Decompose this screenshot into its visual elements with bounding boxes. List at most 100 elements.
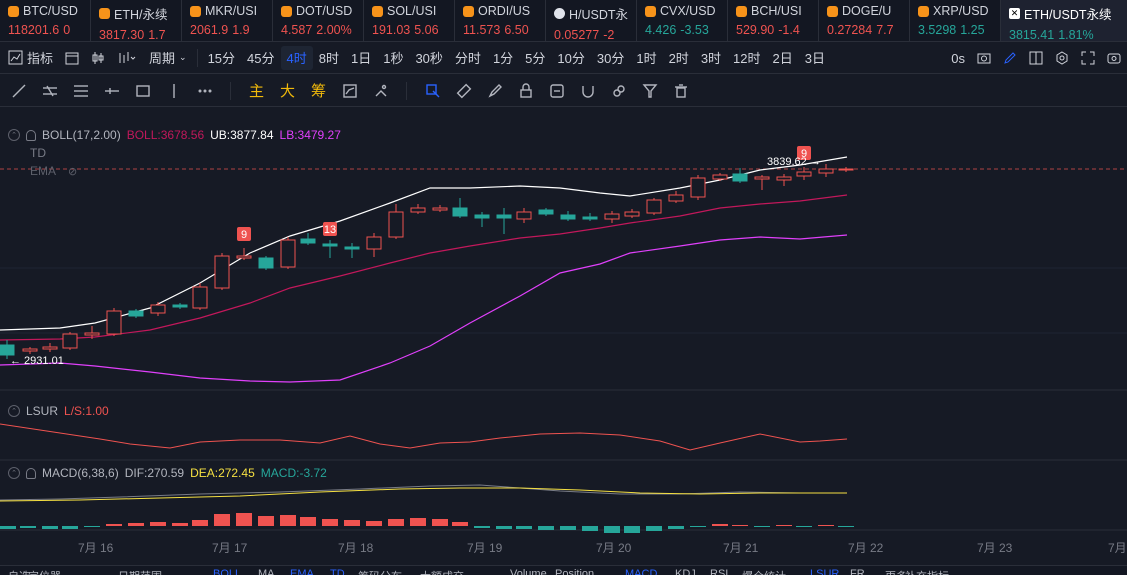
layout-button[interactable]	[1023, 46, 1049, 70]
cursor-tool[interactable]	[365, 77, 396, 105]
interval-4[interactable]: 1日	[345, 46, 377, 70]
bottom-tab-0[interactable]: 自选	[8, 568, 30, 575]
chart-type-button[interactable]	[85, 46, 111, 70]
settings-button[interactable]	[1049, 46, 1075, 70]
ticker-3[interactable]: DOT/USD 4.587 2.00%	[273, 0, 364, 41]
horizontal-ray-tool[interactable]	[34, 77, 65, 105]
bell-icon[interactable]	[26, 129, 36, 141]
interval-13[interactable]: 2时	[663, 46, 695, 70]
bottom-tab-14[interactable]: 爆仓统计	[742, 568, 786, 575]
draw-button[interactable]	[997, 46, 1023, 70]
interval-14[interactable]: 3时	[695, 46, 727, 70]
ticker-5[interactable]: ORDI/US 11.573 6.50	[455, 0, 546, 41]
more-tools[interactable]	[189, 77, 220, 105]
bottom-tab-5[interactable]: EMA	[290, 568, 314, 575]
bars-type-button[interactable]	[111, 46, 143, 70]
fullscreen-button[interactable]	[1075, 46, 1101, 70]
interval-9[interactable]: 5分	[519, 46, 551, 70]
eye-slash-icon[interactable]: ⊘	[68, 165, 77, 178]
magnet-tool[interactable]	[572, 77, 603, 105]
orange-dot-icon	[190, 5, 201, 17]
channel-tool[interactable]	[65, 77, 96, 105]
candle-body	[322, 243, 338, 247]
bottom-tab-13[interactable]: RSI	[710, 568, 728, 575]
ticker-7[interactable]: CVX/USD 4.426 -3.53	[637, 0, 728, 41]
bottom-tab-15[interactable]: LSUR	[810, 568, 839, 575]
interval-1[interactable]: 45分	[241, 46, 280, 70]
ticker-0[interactable]: BTC/USD 118201.6 0	[0, 0, 91, 41]
ticker-values: 0.27284 7.7	[827, 23, 909, 37]
filter-tool[interactable]	[634, 77, 665, 105]
chart-canvas[interactable]: 9 1393839.62 →← 2931.017月 16 7月 17 7月 18 7月 …	[0, 108, 1127, 565]
chart-area[interactable]: 9 13 9 3839.62 → ← 2931.01 7月 16 7月 17 7月 18 7月 …	[0, 108, 1127, 565]
visibility-tool[interactable]	[541, 77, 572, 105]
bell-icon[interactable]	[26, 467, 36, 479]
bottom-tab-6[interactable]: TD	[330, 568, 345, 575]
bottom-tab-16[interactable]: FR	[850, 568, 865, 575]
interval-12[interactable]: 1时	[630, 46, 662, 70]
interval-7[interactable]: 分时	[449, 46, 487, 70]
bottom-tab-3[interactable]: BOLL	[213, 568, 241, 575]
ticker-1[interactable]: ETH/永续 3817.30 1.7	[91, 0, 182, 41]
interval-0[interactable]: 15分	[202, 46, 241, 70]
rectangle-tool[interactable]	[127, 77, 158, 105]
large-order-button[interactable]: 大	[272, 77, 303, 105]
bottom-tab-11[interactable]: MACD	[625, 568, 657, 575]
delete-tool[interactable]	[665, 77, 696, 105]
ticker-2[interactable]: MKR/USI 2061.9 1.9	[182, 0, 273, 41]
interval-15[interactable]: 12时	[727, 46, 766, 70]
trendline-tool[interactable]	[3, 77, 34, 105]
interval-8[interactable]: 1分	[487, 46, 519, 70]
macd-bar	[754, 526, 770, 527]
brush-tool[interactable]	[479, 77, 510, 105]
bottom-tab-10[interactable]: Position	[555, 568, 594, 575]
interval-2[interactable]: 4时	[280, 45, 313, 70]
ticker-6[interactable]: H/USDT永 0.05277 -2	[546, 0, 637, 41]
compare-tool[interactable]	[334, 77, 365, 105]
ruler-tool[interactable]	[448, 77, 479, 105]
candle-body	[150, 304, 166, 314]
crosshair-tool[interactable]	[417, 77, 448, 105]
bottom-tab-18[interactable]: 补充指标	[905, 568, 949, 575]
collapse-icon[interactable]: ⌃	[8, 405, 20, 417]
collapse-icon[interactable]: ⌃	[8, 467, 20, 479]
bottom-tab-1[interactable]: 定位器	[28, 568, 61, 575]
vertical-line-tool[interactable]	[158, 77, 189, 105]
bottom-tab-8[interactable]: 大额成交	[420, 568, 464, 575]
ticker-price: 529.90	[736, 23, 775, 37]
interval-10[interactable]: 10分	[551, 46, 590, 70]
orange-dot-icon	[645, 5, 656, 17]
bottom-tab-12[interactable]: KDJ	[675, 568, 696, 575]
horizontal-line-tool[interactable]	[96, 77, 127, 105]
divider	[196, 48, 198, 67]
interval-6[interactable]: 30秒	[409, 46, 448, 70]
divider	[406, 81, 407, 100]
screenshot-button[interactable]	[971, 46, 997, 70]
ticker-10[interactable]: XRP/USD 3.5298 1.25	[910, 0, 1001, 41]
ticker-11[interactable]: ✕ ETH/USDT永续 3815.41 1.81%	[1001, 0, 1127, 41]
period-dropdown[interactable]: 周期 ⌄	[143, 46, 193, 70]
camera2-button[interactable]	[1101, 46, 1127, 70]
interval-11[interactable]: 30分	[591, 46, 630, 70]
interval-16[interactable]: 2日	[767, 46, 799, 70]
bottom-tab-2[interactable]: 日期范围	[118, 568, 162, 575]
ticker-8[interactable]: BCH/USI 529.90 -1.4	[728, 0, 819, 41]
collapse-icon[interactable]: ⌃	[8, 129, 20, 141]
bottom-tab-17[interactable]: 更多	[885, 568, 907, 575]
bottom-tab-7[interactable]: 筹码分布	[358, 568, 402, 575]
interval-17[interactable]: 3日	[799, 46, 831, 70]
interval-3[interactable]: 8时	[313, 46, 345, 70]
compare-icon	[342, 83, 357, 98]
calendar-button[interactable]	[59, 46, 85, 70]
bottom-tab-4[interactable]: MA	[258, 568, 275, 575]
ticker-9[interactable]: DOGE/U 0.27284 7.7	[819, 0, 910, 41]
chip-distribution-button[interactable]: 筹	[303, 77, 334, 105]
link-tool[interactable]	[603, 77, 634, 105]
ticker-4[interactable]: SOL/USI 191.03 5.06	[364, 0, 455, 41]
lock-tool[interactable]	[510, 77, 541, 105]
interval-5[interactable]: 1秒	[377, 46, 409, 70]
main-force-button[interactable]: 主	[241, 77, 272, 105]
bottom-tab-9[interactable]: Volume	[510, 568, 547, 575]
indicators-button[interactable]: 指标	[0, 46, 59, 70]
macd-bar	[62, 526, 78, 529]
